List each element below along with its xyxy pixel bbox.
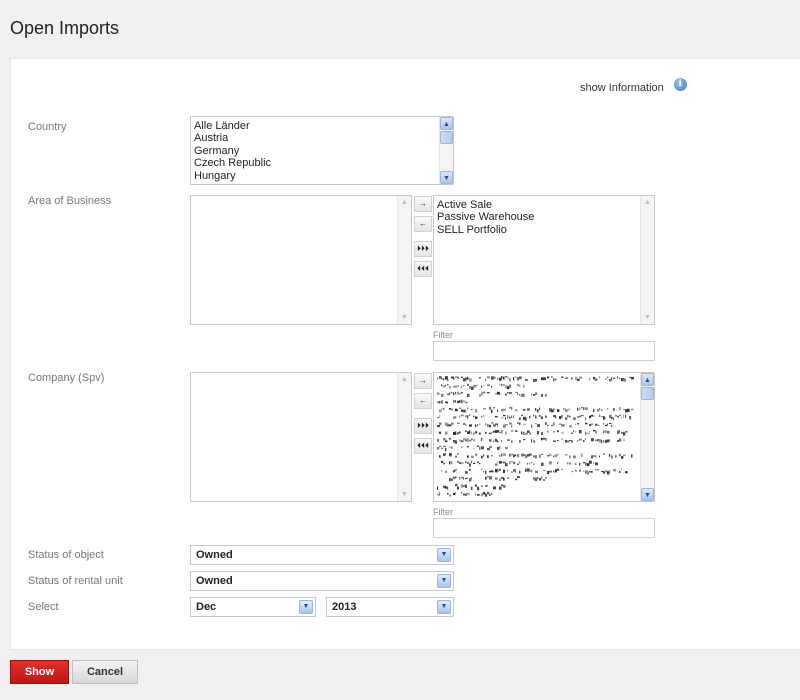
country-label: Country — [28, 121, 67, 133]
area-available-scrollbar[interactable]: ▲ ▼ — [397, 196, 411, 324]
show-button[interactable]: Show — [10, 660, 69, 684]
company-filter-label: Filter — [433, 507, 453, 517]
area-option[interactable]: Passive Warehouse — [437, 211, 651, 223]
show-information-label[interactable]: show Information — [580, 82, 664, 94]
move-all-left-button[interactable]: ⏴⏴⏴ — [414, 261, 432, 277]
chevron-down-icon[interactable]: ▼ — [437, 574, 451, 588]
move-left-button[interactable]: ← — [414, 216, 432, 232]
area-option[interactable]: Active Sale — [437, 199, 651, 211]
country-option[interactable]: Czech Republic — [194, 157, 450, 169]
status-of-rental-unit-select[interactable]: Owned ▼ — [190, 571, 454, 591]
country-option[interactable]: Hungary — [194, 170, 450, 182]
month-select[interactable]: Dec ▼ — [190, 597, 316, 617]
page-title: Open Imports — [10, 18, 120, 38]
chevron-down-icon[interactable]: ▼ — [437, 548, 451, 562]
company-available-listbox[interactable]: ▲ ▼ — [190, 372, 412, 502]
status-of-object-label: Status of object — [28, 549, 104, 561]
move-right-button[interactable]: → — [414, 196, 432, 212]
scroll-down-icon[interactable]: ▼ — [398, 311, 411, 324]
company-filter-input[interactable] — [433, 518, 655, 538]
status-of-rental-unit-label: Status of rental unit — [28, 575, 123, 587]
year-select[interactable]: 2013 ▼ — [326, 597, 454, 617]
area-option[interactable]: SELL Portfolio — [437, 224, 651, 236]
redacted-company-names — [437, 376, 634, 497]
show-information-link[interactable]: show Information i — [580, 78, 687, 94]
area-available-listbox[interactable]: ▲ ▼ — [190, 195, 412, 325]
status-of-object-value: Owned — [196, 549, 233, 561]
form-panel: show Information i Country Alle Länder Au… — [10, 58, 800, 650]
info-icon[interactable]: i — [673, 78, 687, 91]
company-move-left-button[interactable]: ← — [414, 393, 432, 409]
area-of-business-label: Area of Business — [28, 195, 112, 207]
company-selected-scrollbar[interactable]: ▲ ▼ — [640, 373, 654, 501]
scroll-down-icon[interactable]: ▼ — [398, 488, 411, 501]
scroll-up-icon[interactable]: ▲ — [398, 373, 411, 386]
scroll-up-icon[interactable]: ▲ — [440, 117, 453, 130]
move-all-right-button[interactable]: ⏵⏵⏵ — [414, 241, 432, 257]
scroll-down-icon[interactable]: ▼ — [440, 171, 453, 184]
status-of-rental-unit-value: Owned — [196, 575, 233, 587]
cancel-button[interactable]: Cancel — [72, 660, 138, 684]
area-selected-scrollbar[interactable]: ▲ ▼ — [640, 196, 654, 324]
chevron-down-icon[interactable]: ▼ — [437, 600, 451, 614]
area-selected-options: Active Sale Passive Warehouse SELL Portfol… — [434, 196, 654, 239]
scroll-up-icon[interactable]: ▲ — [398, 196, 411, 209]
company-move-all-left-button[interactable]: ⏴⏴⏴ — [414, 438, 432, 454]
scroll-up-icon[interactable]: ▲ — [641, 196, 654, 209]
company-move-right-button[interactable]: → — [414, 373, 432, 389]
year-value: 2013 — [332, 601, 357, 613]
select-period-label: Select — [28, 601, 59, 613]
area-selected-listbox[interactable]: Active Sale Passive Warehouse SELL Portfol… — [433, 195, 655, 325]
scroll-up-icon[interactable]: ▲ — [641, 373, 654, 386]
status-of-object-select[interactable]: Owned ▼ — [190, 545, 454, 565]
scroll-thumb[interactable] — [641, 387, 654, 400]
company-selected-listbox[interactable]: ▲ ▼ — [433, 372, 655, 502]
country-option[interactable]: Austria — [194, 132, 450, 144]
company-move-all-right-button[interactable]: ⏵⏵⏵ — [414, 418, 432, 434]
scroll-thumb[interactable] — [440, 131, 453, 144]
area-filter-label: Filter — [433, 330, 453, 340]
country-option[interactable]: Germany — [194, 145, 450, 157]
country-option[interactable]: Alle Länder — [194, 120, 450, 132]
scroll-down-icon[interactable]: ▼ — [641, 488, 654, 501]
country-listbox[interactable]: Alle Länder Austria Germany Czech Republic H… — [190, 116, 454, 185]
company-available-scrollbar[interactable]: ▲ ▼ — [397, 373, 411, 501]
company-label: Company (Spv) — [28, 372, 105, 384]
chevron-down-icon[interactable]: ▼ — [299, 600, 313, 614]
country-options: Alle Länder Austria Germany Czech Republic H… — [191, 117, 453, 184]
month-value: Dec — [196, 601, 217, 613]
area-filter-input[interactable] — [433, 341, 655, 361]
scroll-down-icon[interactable]: ▼ — [641, 311, 654, 324]
country-scrollbar[interactable]: ▲ ▼ — [439, 117, 453, 184]
